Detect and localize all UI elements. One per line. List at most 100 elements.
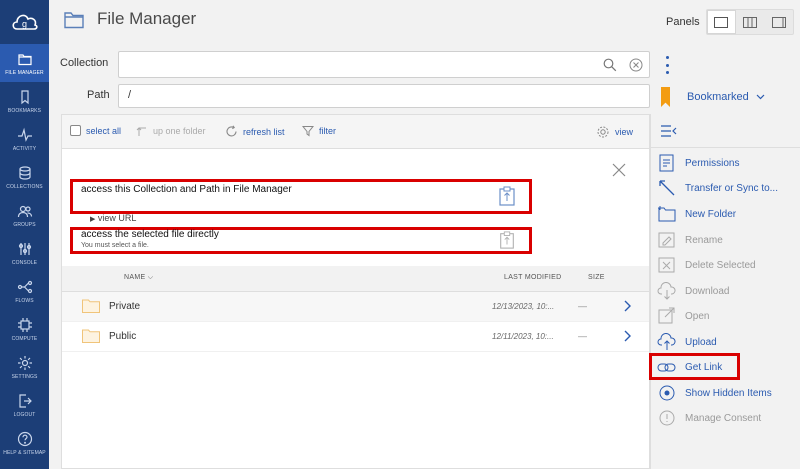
view-url-toggle[interactable]: ▶ view URL xyxy=(90,213,136,223)
nav-label: COMPUTE xyxy=(11,335,38,342)
select-all-button[interactable]: select all xyxy=(70,125,121,136)
bookmark-icon xyxy=(20,89,29,104)
page-header: File Manager Panels xyxy=(49,0,800,41)
nav-activity[interactable]: ACTIVITY xyxy=(0,120,49,158)
refresh-list-label: refresh list xyxy=(243,126,285,137)
panels-toggle xyxy=(706,9,794,35)
consent-icon xyxy=(659,410,675,426)
up-one-folder-button[interactable]: up one folder xyxy=(136,125,206,137)
collection-label: Collection xyxy=(60,57,109,69)
permissions-action[interactable]: Permissions xyxy=(657,153,800,173)
nav-logout[interactable]: LOGOUT xyxy=(0,386,49,424)
page-title: File Manager xyxy=(97,9,197,28)
console-icon xyxy=(18,242,31,255)
up-one-folder-label: up one folder xyxy=(153,126,206,136)
compute-icon xyxy=(17,317,32,332)
actions-panel-header xyxy=(651,114,800,148)
upload-action[interactable]: Upload xyxy=(657,332,800,352)
copy-clipboard-icon[interactable] xyxy=(499,186,515,206)
filter-icon xyxy=(302,126,314,137)
nav-label: ACTIVITY xyxy=(12,145,37,152)
view-button[interactable]: view xyxy=(596,125,633,139)
sort-chevron-icon: ⌵ xyxy=(147,274,154,281)
folder-icon xyxy=(82,329,100,343)
new-folder-icon xyxy=(658,206,676,222)
nav-bookmarks[interactable]: BOOKMARKS xyxy=(0,82,49,120)
file-name: Private xyxy=(109,301,141,312)
globus-logo[interactable]: g xyxy=(0,0,49,42)
get-link-panel: access this Collection and Path in File … xyxy=(62,149,649,266)
manage-consent-action[interactable]: Manage Consent xyxy=(657,408,800,428)
rename-action[interactable]: Rename xyxy=(657,230,800,250)
view-label: view xyxy=(615,127,634,137)
action-label: Open xyxy=(685,310,710,322)
search-icon[interactable] xyxy=(603,58,617,72)
collection-link-row[interactable]: access this Collection and Path in File … xyxy=(70,179,532,214)
nav-file-manager[interactable]: FILE MANAGER xyxy=(0,44,49,82)
left-nav: g FILE MANAGER BOOKMARKS ACTIVITY COLLEC… xyxy=(0,0,49,469)
single-panel-button[interactable] xyxy=(707,10,736,34)
name-column-header[interactable]: NAME ⌵ xyxy=(124,274,153,282)
select-all-label: select all xyxy=(86,125,122,136)
nav-groups[interactable]: GROUPS xyxy=(0,196,49,234)
table-row[interactable]: Public 12/11/2023, 10:... — xyxy=(62,322,649,352)
nav-label: FLOWS xyxy=(15,297,34,304)
action-label: Manage Consent xyxy=(685,412,762,424)
clear-icon[interactable] xyxy=(629,58,643,72)
file-link-row[interactable]: access the selected file directly You mu… xyxy=(70,227,532,254)
file-link-title: access the selected file directly xyxy=(81,229,219,240)
download-action[interactable]: Download xyxy=(657,281,800,301)
nav-flows[interactable]: FLOWS xyxy=(0,272,49,310)
select-all-checkbox[interactable] xyxy=(70,125,81,136)
nav-label: COLLECTIONS xyxy=(6,183,43,190)
size-column-header[interactable]: SIZE xyxy=(588,274,605,281)
gear-icon xyxy=(17,355,32,370)
file-link-hint: You must select a file. xyxy=(81,242,149,249)
delete-action[interactable]: Delete Selected xyxy=(657,255,800,275)
new-folder-action[interactable]: New Folder xyxy=(657,204,800,224)
file-pane: select all up one folder refresh list fi… xyxy=(61,114,650,469)
table-row[interactable]: Private 12/13/2023, 10:... — xyxy=(62,292,649,322)
modified-column-header[interactable]: LAST MODIFIED xyxy=(504,274,561,281)
chevron-down-icon xyxy=(756,94,765,100)
nav-console[interactable]: CONSOLE xyxy=(0,234,49,272)
name-header-label: NAME xyxy=(124,274,146,281)
copy-clipboard-icon xyxy=(500,231,514,249)
logout-icon xyxy=(18,393,32,408)
nav-label: GROUPS xyxy=(13,221,36,228)
more-options-icon[interactable] xyxy=(664,56,670,74)
action-label: Permissions xyxy=(685,157,740,169)
folder-icon xyxy=(64,12,84,29)
dual-panel-icon xyxy=(743,16,757,28)
folder-icon xyxy=(17,53,32,65)
open-action[interactable]: Open xyxy=(657,306,800,326)
collections-icon xyxy=(18,165,31,180)
refresh-list-button[interactable]: refresh list xyxy=(225,125,285,138)
delete-icon xyxy=(658,257,675,273)
download-icon xyxy=(657,282,676,300)
bookmarked-dropdown[interactable]: Bookmarked xyxy=(687,91,765,103)
close-icon[interactable] xyxy=(611,162,627,178)
action-label: New Folder xyxy=(685,208,737,220)
filter-button[interactable]: filter xyxy=(302,125,336,137)
path-input[interactable]: / xyxy=(118,84,650,108)
panels-label: Panels xyxy=(666,16,700,28)
transfer-icon xyxy=(659,180,675,196)
nav-settings[interactable]: SETTINGS xyxy=(0,348,49,386)
chevron-right-icon[interactable] xyxy=(622,300,632,312)
nav-collections[interactable]: COLLECTIONS xyxy=(0,158,49,196)
split-panel-button[interactable] xyxy=(764,10,793,34)
svg-text:g: g xyxy=(22,19,27,29)
chevron-right-icon[interactable] xyxy=(622,330,632,342)
activity-icon xyxy=(17,127,32,142)
collection-input[interactable] xyxy=(118,51,650,78)
nav-compute[interactable]: COMPUTE xyxy=(0,310,49,348)
dual-panel-button[interactable] xyxy=(736,10,765,34)
nav-label: SETTINGS xyxy=(11,373,38,380)
nav-help[interactable]: HELP & SITEMAP xyxy=(0,424,49,462)
file-table-header: NAME ⌵ LAST MODIFIED SIZE xyxy=(62,266,649,292)
nav-label: BOOKMARKS xyxy=(7,107,42,114)
show-hidden-action[interactable]: Show Hidden Items xyxy=(657,383,800,403)
transfer-action[interactable]: Transfer or Sync to... xyxy=(657,178,800,198)
collapse-panel-icon[interactable] xyxy=(660,125,678,137)
